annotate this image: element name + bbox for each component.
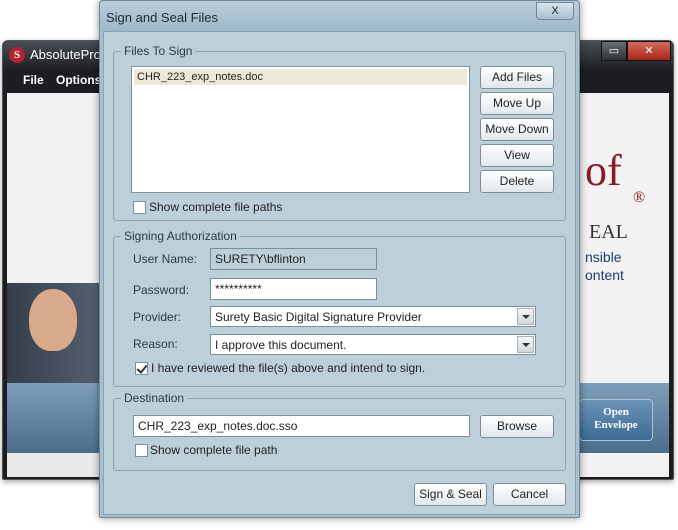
screen: S AbsoluteProof ▭ ✕ File Options of ® EA…: [0, 0, 678, 530]
show-complete-file-path-checkbox[interactable]: [135, 444, 148, 457]
cancel-button[interactable]: Cancel: [493, 483, 566, 506]
close-button[interactable]: ✕: [627, 41, 671, 61]
move-up-button[interactable]: Move Up: [480, 92, 554, 115]
provider-value: Surety Basic Digital Signature Provider: [215, 310, 422, 324]
password-label: Password:: [133, 283, 190, 297]
files-to-sign-legend: Files To Sign: [121, 44, 196, 58]
view-button[interactable]: View: [480, 144, 554, 167]
sign-and-seal-dialog: Sign and Seal Files X Files To Sign CHR_…: [99, 0, 580, 518]
user-name-field: SURETY\bflinton: [210, 248, 377, 270]
show-complete-file-path-label: Show complete file path: [150, 443, 278, 457]
provider-label: Provider:: [133, 310, 182, 324]
menu-options[interactable]: Options: [56, 73, 101, 87]
tagline-line-1: nsible: [585, 249, 622, 265]
reason-value: I approve this document.: [215, 338, 347, 352]
password-input[interactable]: **********: [210, 278, 377, 300]
dialog-close-button[interactable]: X: [536, 2, 574, 20]
reviewed-files-label: I have reviewed the file(s) above and in…: [151, 361, 426, 375]
provider-select[interactable]: Surety Basic Digital Signature Provider: [210, 306, 536, 327]
sign-and-seal-button[interactable]: Sign & Seal: [414, 483, 487, 506]
destination-legend: Destination: [121, 391, 188, 405]
file-list-item[interactable]: CHR_223_exp_notes.doc: [134, 69, 467, 85]
brand-text: of: [585, 146, 622, 195]
move-down-button[interactable]: Move Down: [480, 118, 554, 141]
signing-authorization-legend: Signing Authorization: [121, 229, 240, 243]
show-complete-file-paths-checkbox[interactable]: [133, 201, 146, 214]
menu-file[interactable]: File: [23, 73, 44, 87]
destination-path-input[interactable]: CHR_223_exp_notes.doc.sso: [133, 415, 470, 437]
reason-select[interactable]: I approve this document.: [210, 334, 536, 355]
chevron-down-icon[interactable]: [517, 336, 534, 353]
dialog-title: Sign and Seal Files: [106, 10, 219, 25]
files-list[interactable]: CHR_223_exp_notes.doc: [131, 66, 470, 193]
add-files-button[interactable]: Add Files: [480, 66, 554, 89]
delete-button[interactable]: Delete: [480, 170, 554, 193]
brand-subtext: EAL: [589, 221, 628, 243]
maximize-button[interactable]: ▭: [601, 41, 627, 61]
maximize-icon: ▭: [608, 45, 620, 57]
reviewed-files-checkbox[interactable]: [135, 362, 148, 375]
show-complete-file-paths-label: Show complete file paths: [149, 200, 283, 214]
background-app-title: AbsoluteProof: [30, 47, 100, 62]
close-icon: X: [551, 5, 559, 17]
open-envelope-label-1: Open: [603, 406, 629, 418]
tagline-line-2: ontent: [585, 267, 624, 283]
dialog-title-bar: Sign and Seal Files X: [100, 1, 579, 31]
dialog-body: Files To Sign CHR_223_exp_notes.doc Add …: [103, 31, 576, 515]
reason-label: Reason:: [133, 337, 178, 351]
chevron-down-icon[interactable]: [517, 308, 534, 325]
browse-button[interactable]: Browse: [480, 415, 554, 438]
user-name-label: User Name:: [133, 252, 198, 266]
person-head: [29, 289, 77, 351]
open-envelope-button[interactable]: Open Envelope: [579, 399, 653, 441]
app-logo-icon: S: [9, 47, 25, 63]
close-icon: ✕: [644, 45, 654, 57]
open-envelope-label-2: Envelope: [594, 419, 638, 431]
brand-mark: ®: [633, 189, 646, 206]
